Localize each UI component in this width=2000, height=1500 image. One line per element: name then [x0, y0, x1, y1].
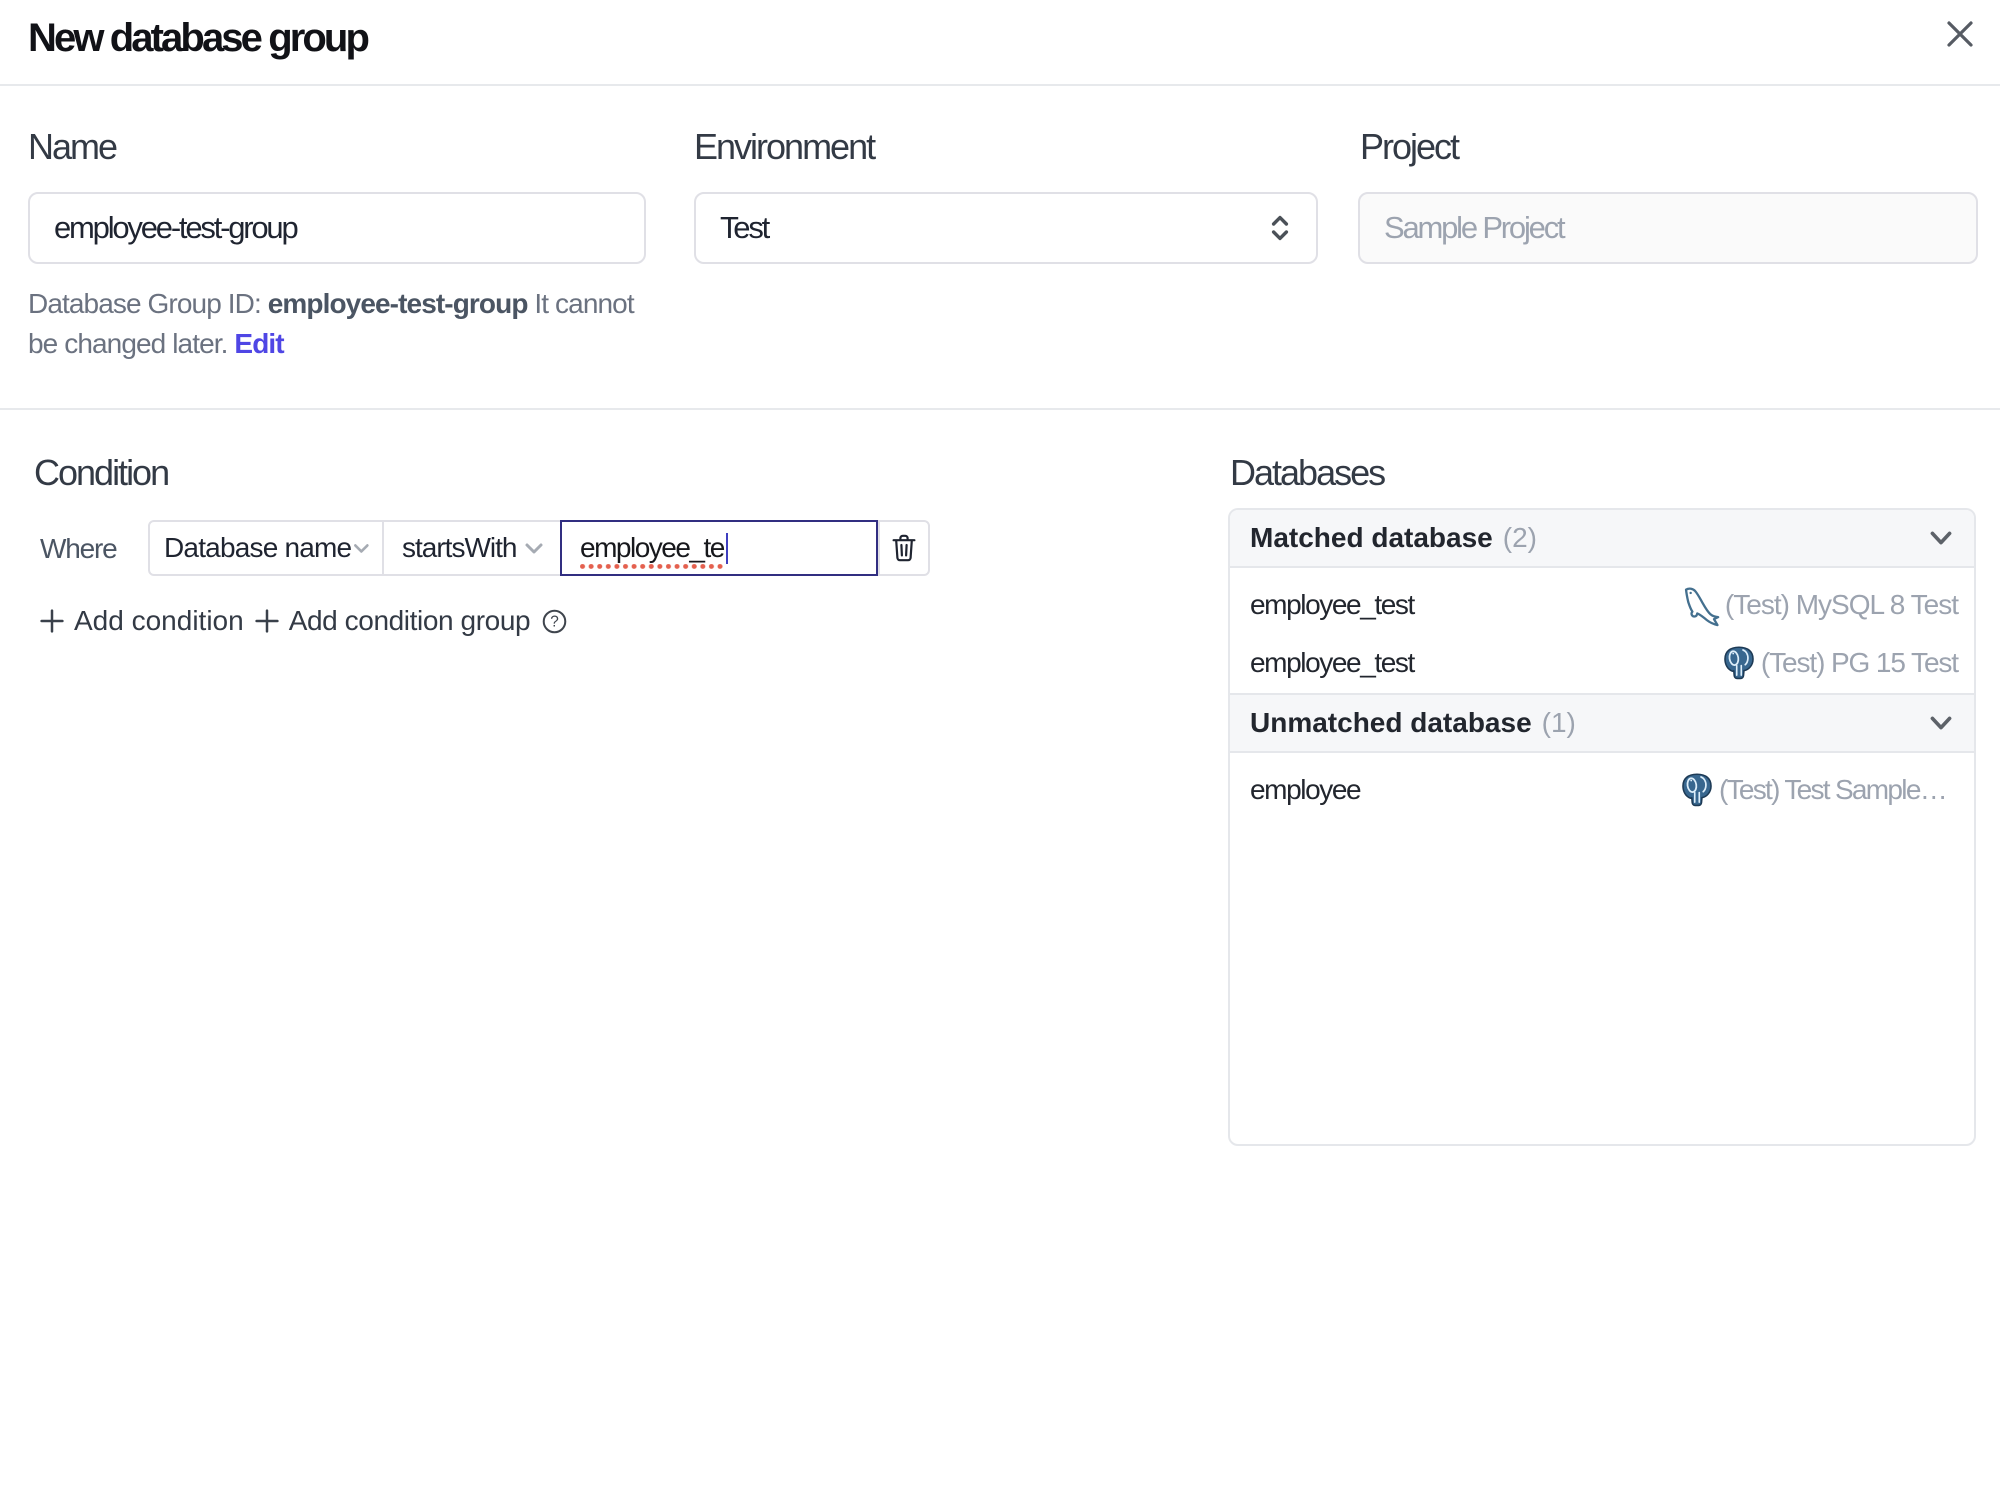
svg-text:?: ?: [550, 613, 559, 630]
